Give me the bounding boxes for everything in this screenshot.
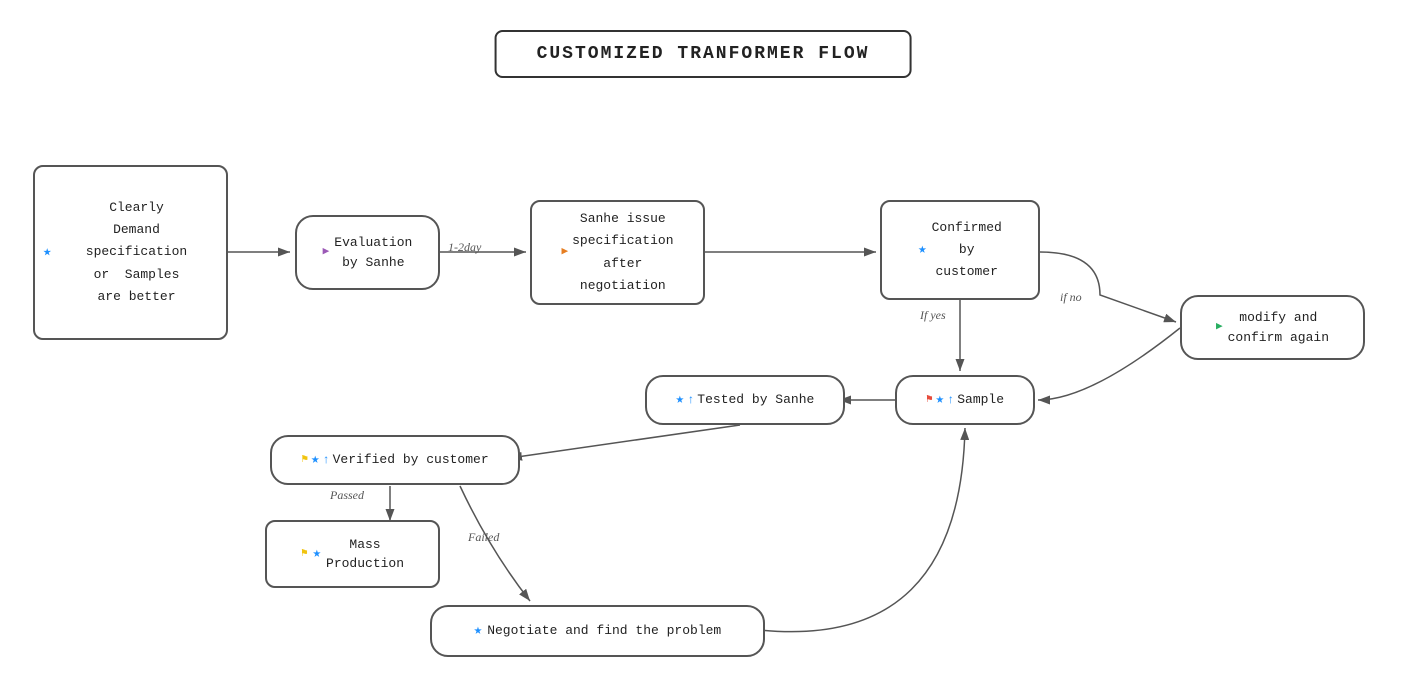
flag-yellow-mass: ⚑	[301, 546, 308, 563]
demand-text: ClearlyDemandspecificationor Samplesare …	[86, 197, 187, 307]
star-blue-verified: ★	[311, 450, 319, 471]
title-text: CUSTOMIZED TRANFORMER FLOW	[537, 44, 870, 64]
negotiate-text: Negotiate and find the problem	[487, 621, 721, 641]
sample-box: ⚑ ★ ↑ Sample	[895, 375, 1035, 425]
mass-text: MassProduction	[326, 535, 404, 574]
flag-yellow-icon: ⚑	[301, 452, 308, 469]
star-blue-mass: ★	[313, 544, 321, 565]
arrow-up-sample: ↑	[947, 391, 954, 409]
tested-text: Tested by Sanhe	[697, 390, 814, 410]
arrow-up-tested: ↑	[687, 391, 694, 409]
demand-box: ★ ClearlyDemandspecificationor Samplesar…	[33, 165, 228, 340]
specification-box: ▶ Sanhe issuespecificationafternegotiati…	[530, 200, 705, 305]
page-title: CUSTOMIZED TRANFORMER FLOW	[495, 30, 912, 78]
if-no-label: if no	[1060, 290, 1082, 305]
modify-text: modify andconfirm again	[1228, 308, 1329, 347]
negotiate-box: ★ Negotiate and find the problem	[430, 605, 765, 657]
specification-text: Sanhe issuespecificationafternegotiation	[572, 208, 673, 296]
days-label: 1-2day	[448, 240, 481, 255]
star-blue-sample: ★	[936, 390, 944, 411]
play-purple-icon: ▶	[323, 244, 330, 261]
star-blue-tested1: ★	[676, 390, 684, 411]
modify-box: ▶ modify andconfirm again	[1180, 295, 1365, 360]
confirmed-box: ★ Confirmedbycustomer	[880, 200, 1040, 300]
verified-box: ⚑ ★ ↑ Verified by customer	[270, 435, 520, 485]
evaluation-text: Evaluationby Sanhe	[334, 233, 412, 272]
passed-label: Passed	[330, 488, 364, 503]
star-blue-demand: ★	[43, 242, 51, 263]
flag-red-icon: ⚑	[926, 392, 933, 409]
play-green-icon: ▶	[1216, 319, 1223, 336]
sample-text: Sample	[957, 390, 1004, 410]
tested-box: ★ ↑ Tested by Sanhe	[645, 375, 845, 425]
if-yes-label: If yes	[920, 308, 946, 323]
mass-box: ⚑ ★ MassProduction	[265, 520, 440, 588]
star-blue-confirmed: ★	[918, 240, 926, 261]
evaluation-box: ▶ Evaluationby Sanhe	[295, 215, 440, 290]
star-blue-negotiate: ★	[474, 621, 482, 642]
verified-text: Verified by customer	[333, 450, 489, 470]
failed-label: Failed	[468, 530, 499, 545]
arrow-up-verified: ↑	[322, 451, 329, 469]
play-orange-icon: ▶	[561, 244, 568, 261]
confirmed-text: Confirmedbycustomer	[932, 217, 1002, 283]
